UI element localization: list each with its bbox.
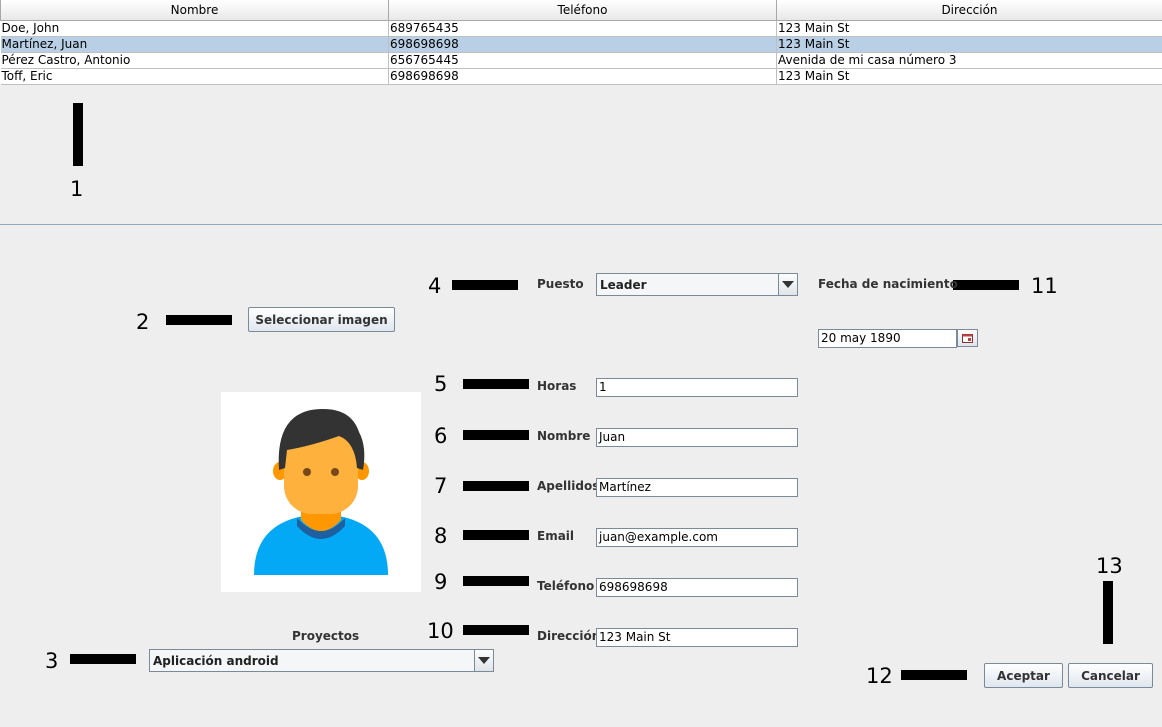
cell-telefono: 698698698 [388,68,777,85]
callout-number-8: 8 [434,524,448,548]
callout-bar-1 [73,103,83,166]
cell-telefono: 698698698 [388,36,777,53]
callout-number-10: 10 [427,619,454,643]
cancel-button[interactable]: Cancelar [1068,663,1153,688]
proyectos-combobox[interactable]: Aplicación android [149,649,494,672]
accept-button[interactable]: Aceptar [984,663,1063,688]
cell-direccion: 123 Main St [776,68,1162,85]
split-pane-divider[interactable] [0,224,1162,225]
callout-bar-10 [463,625,529,635]
callout-bar-3 [70,654,136,664]
column-header-nombre[interactable]: Nombre [0,0,389,21]
cell-nombre: Martínez, Juan [0,36,389,53]
puesto-label: Puesto [537,277,584,291]
cell-telefono: 689765435 [388,20,777,37]
avatar-left-eye [303,468,311,476]
callout-bar-5 [463,379,529,389]
cell-direccion: 123 Main St [776,36,1162,53]
avatar-icon [254,408,388,575]
callout-number-2: 2 [136,310,150,334]
callout-bar-2 [166,315,232,325]
direccion-label: Dirección [537,629,601,643]
callout-number-12: 12 [866,664,893,688]
callout-number-7: 7 [434,474,448,498]
callout-number-1: 1 [70,177,84,201]
proyectos-label: Proyectos [292,629,360,643]
callout-number-5: 5 [434,372,448,396]
cell-nombre: Toff, Eric [0,68,389,85]
avatar [221,392,421,592]
chevron-down-icon[interactable] [778,274,797,295]
callout-bar-4 [452,280,518,290]
callout-number-4: 4 [428,274,442,298]
calendar-icon [962,333,973,343]
callout-bar-8 [463,530,529,540]
callout-bar-13 [1103,581,1113,644]
fecha-nacimiento-field[interactable]: 20 may 1890 [818,329,957,348]
cell-nombre: Pérez Castro, Antonio [0,52,389,69]
date-picker-button[interactable] [957,329,978,347]
table-row[interactable]: Doe, John 689765435 123 Main St [0,20,1162,37]
contacts-table[interactable]: Nombre Teléfono Dirección Doe, John 6897… [0,0,1162,85]
table-row-selected[interactable]: Martínez, Juan 698698698 123 Main St [0,36,1162,53]
cell-nombre: Doe, John [0,20,389,37]
avatar-right-eye [331,468,339,476]
table-header: Nombre Teléfono Dirección [0,0,1162,21]
cell-direccion: 123 Main St [776,20,1162,37]
puesto-combobox[interactable]: Leader [596,273,798,296]
callout-number-11: 11 [1031,274,1058,298]
nombre-label: Nombre [537,429,591,443]
callout-bar-11 [953,280,1019,290]
callout-bar-9 [463,576,529,586]
callout-bar-12 [901,670,967,680]
puesto-value: Leader [600,277,647,292]
cell-direccion: Avenida de mi casa número 3 [776,52,1162,69]
callout-number-6: 6 [434,424,448,448]
callout-number-3: 3 [45,649,59,673]
table-row[interactable]: Pérez Castro, Antonio 656765445 Avenida … [0,52,1162,69]
fecha-nacimiento-label: Fecha de nacimiento [818,277,958,291]
select-image-button[interactable]: Seleccionar imagen [248,307,395,332]
email-label: Email [537,529,575,543]
apellidos-label: Apellidos [537,479,600,493]
telefono-field[interactable]: 698698698 [596,578,798,597]
column-header-direccion[interactable]: Dirección [776,0,1162,21]
apellidos-field[interactable]: Martínez [596,478,798,497]
column-header-telefono[interactable]: Teléfono [388,0,777,21]
proyectos-value: Aplicación android [153,653,279,668]
nombre-field[interactable]: Juan [596,428,798,447]
telefono-label: Teléfono [537,579,595,593]
table-row[interactable]: Toff, Eric 698698698 123 Main St [0,68,1162,85]
callout-number-13: 13 [1096,554,1123,578]
horas-label: Horas [537,379,577,393]
chevron-down-icon[interactable] [474,650,493,671]
email-field[interactable]: juan@example.com [596,528,798,547]
horas-field[interactable]: 1 [596,378,798,397]
callout-bar-7 [463,481,529,491]
callout-bar-6 [463,430,529,440]
callout-number-9: 9 [434,570,448,594]
direccion-field[interactable]: 123 Main St [596,628,798,647]
cell-telefono: 656765445 [388,52,777,69]
